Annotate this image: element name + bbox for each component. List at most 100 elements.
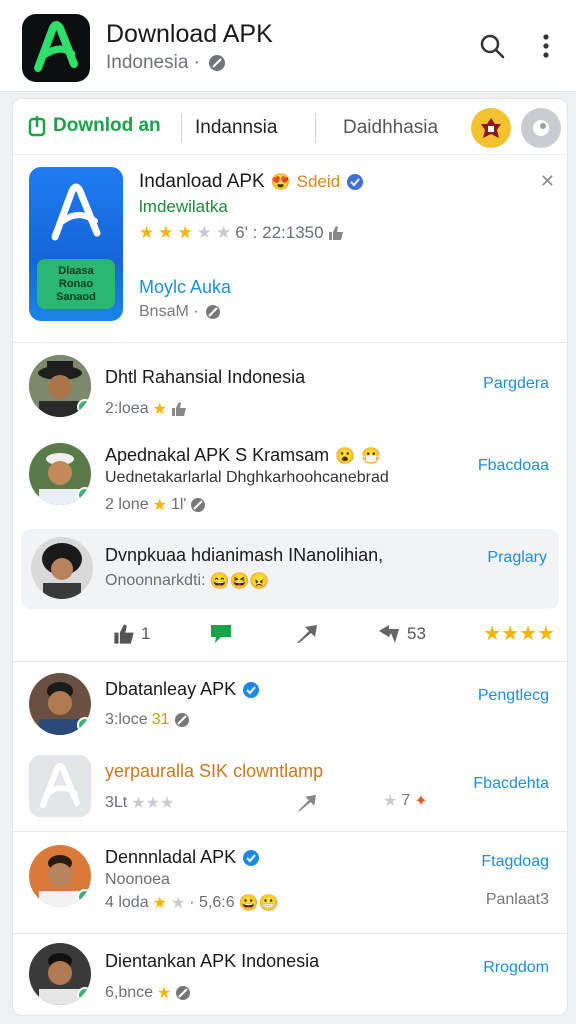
list-item[interactable]: Dientankan APK Indonesia 6,bnce ★ Rrogdo…: [13, 937, 567, 1015]
app-icon: [29, 755, 91, 817]
star-icon: ★: [157, 985, 172, 1002]
search-button[interactable]: [474, 28, 510, 64]
comment-icon: [211, 625, 231, 643]
share-icon[interactable]: [295, 793, 319, 818]
star-icon: ★: [537, 623, 555, 645]
clock-icon: [209, 55, 226, 71]
filter-bar: Downlod an Indannsia Daidhhasia: [13, 99, 567, 155]
filter-other[interactable]: Daidhhasia: [343, 117, 438, 139]
divider: [181, 113, 182, 143]
like-button[interactable]: 1: [113, 623, 150, 645]
online-badge: [77, 717, 91, 733]
star-icon: ★: [139, 223, 155, 242]
share-icon: [297, 625, 317, 643]
review-author: yerpauralla SIK clowntlamp: [105, 761, 324, 781]
action-bar: 1 53 ★★★★: [13, 613, 567, 657]
review-action-button[interactable]: Praglary: [487, 549, 547, 567]
review-action-button[interactable]: Ftagdoag: [481, 853, 549, 871]
filter-indonesia[interactable]: Indannsia: [195, 117, 277, 139]
review-meta-count: 31: [151, 711, 170, 728]
review-body: Uednetakarlarlal Dhghkarhoohcanebrad: [105, 469, 389, 486]
thumbs-up-icon: [114, 624, 134, 644]
avatar: [31, 537, 93, 599]
review-meta: 3:loce 31: [105, 711, 190, 729]
retweet-button[interactable]: 53: [377, 623, 426, 645]
review-action-button[interactable]: Fbacdoaa: [478, 457, 549, 475]
review-action-button[interactable]: Fbacdehta: [473, 775, 549, 793]
app-icon-text-1: Dlaasa: [58, 264, 94, 277]
fire-icon: ✦: [414, 793, 428, 810]
review-secondary-action[interactable]: Panlaat3: [486, 891, 549, 909]
review-meta-text: 3:loce: [105, 711, 148, 728]
app-developer[interactable]: lmdewilatka: [139, 197, 228, 217]
list-item-highlighted[interactable]: Dvnpkuaa hdianimash INanolihian, Onoonna…: [21, 529, 559, 609]
star-icon: ★: [152, 401, 167, 418]
emoji-icon: 😄😆😠: [209, 573, 270, 590]
list-item[interactable]: Dennnladal APK Noonoea 4 loda ★ ★ · 5,6:…: [13, 835, 567, 927]
star-icon: ★: [483, 623, 502, 645]
review-author-text: Dennnladal APK: [105, 847, 237, 867]
review-meta-count: 1l': [170, 496, 187, 513]
app-detail[interactable]: Dlaasa Ronao Sanaod Indanload APK 😍 Sdei…: [13, 155, 567, 343]
filter-download-label: Downlod an: [53, 115, 161, 136]
review-meta-text: 4 loda: [105, 894, 149, 911]
page-title: Download APK: [106, 20, 273, 48]
divider: [13, 933, 567, 934]
settings-toggle[interactable]: [521, 108, 561, 148]
review-action-button[interactable]: Pargdera: [483, 375, 549, 393]
circle-toggle-icon: [533, 120, 549, 136]
emblem-badge[interactable]: [471, 108, 511, 148]
search-icon: [480, 34, 505, 59]
review-action-button[interactable]: Pengtlecg: [478, 687, 549, 705]
star-icon: ★: [501, 623, 520, 645]
rating-stars: ★★★★: [483, 621, 555, 646]
clock-icon: [176, 986, 191, 1000]
emoji-icon: 😮: [335, 447, 356, 465]
star-empty-icon: ★: [170, 895, 186, 912]
list-item[interactable]: yerpauralla SIK clowntlamp 3Lt ★★★ ★ 7 ✦…: [13, 747, 567, 831]
divider: [315, 113, 316, 143]
content-card: Downlod an Indannsia Daidhhasia Dlaasa R…: [12, 98, 568, 1016]
star-icon: ★: [152, 895, 167, 912]
review-author: Dennnladal APK: [105, 847, 260, 868]
review-author: Dhtl Rahansial Indonesia: [105, 367, 306, 387]
close-icon[interactable]: ✕: [540, 171, 555, 192]
star-rating-count: 7: [401, 792, 411, 809]
list-item[interactable]: Dbatanleay APK 3:loce 31 Pengtlecg: [13, 665, 567, 747]
review-author-text: Dbatanleay APK: [105, 679, 237, 699]
star-empty-icon: ★★★: [131, 795, 175, 812]
list-item[interactable]: Dhtl Rahansial Indonesia 2:loea ★ Pargde…: [13, 343, 567, 433]
review-meta-text: 6,bnce: [105, 984, 154, 1001]
app-title-text: Indanload APK: [139, 171, 265, 192]
app-icon-banner: Dlaasa Ronao Sanaod: [37, 259, 115, 309]
online-badge: [77, 487, 91, 503]
star-rating: ★ 7 ✦: [383, 791, 428, 811]
app-link[interactable]: Moylc Auka: [139, 277, 231, 298]
filter-download[interactable]: Downlod an: [27, 115, 161, 137]
review-meta: 2 lone ★ 1l': [105, 495, 206, 515]
app-rating: ★ ★ ★ ★ ★ 6' : 22:1350: [139, 223, 344, 243]
review-action-button[interactable]: Rrogdom: [483, 959, 549, 977]
more-options-button[interactable]: [528, 28, 564, 64]
more-vertical-icon: [543, 34, 549, 58]
online-badge: [77, 987, 91, 1003]
comment-button[interactable]: [209, 623, 233, 650]
like-count: 1: [141, 624, 151, 643]
review-meta-text: 2 lone: [105, 496, 149, 513]
emoji-icon: 😷: [361, 447, 381, 465]
app-logo[interactable]: [22, 14, 90, 82]
verified-icon: [243, 849, 260, 866]
verified-icon: [243, 681, 260, 698]
review-meta-count: · 5,6:6: [189, 894, 235, 911]
thumbs-up-icon: [328, 226, 343, 240]
review-meta: 2:loea ★: [105, 399, 187, 419]
clock-icon: [205, 305, 220, 319]
app-bar: Download APK Indonesia ·: [0, 0, 576, 92]
app-tag: Sdeid: [296, 172, 341, 191]
star-icon: ★: [383, 793, 398, 810]
star-icon: ★: [158, 223, 174, 242]
review-author-text: Apednakal APK S Kramsam: [105, 445, 330, 465]
list-item[interactable]: Apednakal APK S Kramsam 😮 😷 Uednetakarla…: [13, 435, 567, 523]
share-button[interactable]: [295, 623, 319, 650]
app-icon-text-3: Sanaod: [56, 290, 96, 303]
